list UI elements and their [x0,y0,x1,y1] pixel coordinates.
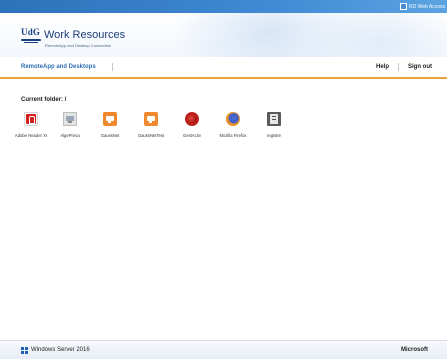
app-gestactiv[interactable]: GestActiv [177,112,207,152]
app-list: Adobe Reader XI AlgeProva GaussNet Gauss… [0,112,447,162]
current-folder-label: Current folder: / [21,97,67,103]
tab-remoteapp-and-desktops[interactable]: RemoteApp and Desktops [21,64,96,70]
app-label: GestActiv [183,133,201,138]
logo-swoosh-2 [24,42,38,43]
rd-web-access-label: RD Web Access [408,3,445,10]
nav-divider [112,63,113,71]
app-registre[interactable]: registre [259,112,289,152]
app-label: GaussNet [100,133,120,138]
adobe-reader-icon [24,112,38,126]
nav-divider-2 [398,63,399,71]
app-label: AlgeProva [60,133,80,138]
rd-web-icon [399,3,407,10]
app-gaussnet[interactable]: GaussNet [95,112,125,152]
gauss-test-icon [144,112,158,126]
accent-divider [0,77,447,79]
app-adobe-reader[interactable]: Adobe Reader XI [15,112,47,152]
app-label: Mozilla Firefox [219,133,247,138]
rd-web-page: RD Web Access UdG Work Resources RemoteA… [0,0,447,359]
help-link[interactable]: Help [376,64,389,70]
top-strip: RD Web Access [0,0,447,13]
gestactiv-icon [185,112,199,126]
microsoft-label: Microsoft [401,347,428,353]
page-title: Work Resources [44,29,126,41]
app-gaussnettest[interactable]: GaussNetTest [136,112,166,152]
footer: Windows Server 2016 Microsoft [0,340,447,359]
logo-swoosh [21,39,41,41]
app-algeprova[interactable]: AlgeProva [55,112,85,152]
app-label: GaussNetTest [137,133,165,138]
header: UdG Work Resources RemoteApp and Desktop… [0,13,447,57]
header-decoration-2 [300,13,447,57]
windows-logo-icon [21,347,28,354]
rd-web-access-link[interactable]: RD Web Access [399,2,445,11]
sign-out-link[interactable]: Sign out [408,64,432,70]
nav-bar: RemoteApp and Desktops Help Sign out [0,57,447,77]
udg-logo: UdG [21,27,41,46]
app-mozilla-firefox[interactable]: Mozilla Firefox [218,112,248,152]
registre-icon [267,112,281,126]
logo-text: UdG [21,27,41,37]
os-label: Windows Server 2016 [31,347,90,353]
gauss-icon [103,112,117,126]
app-label: Adobe Reader XI [14,133,48,138]
page-subtitle: RemoteApp and Desktop Connection [45,43,112,48]
alga-icon [63,112,77,126]
app-label: registre [267,133,281,138]
firefox-icon [226,112,240,126]
